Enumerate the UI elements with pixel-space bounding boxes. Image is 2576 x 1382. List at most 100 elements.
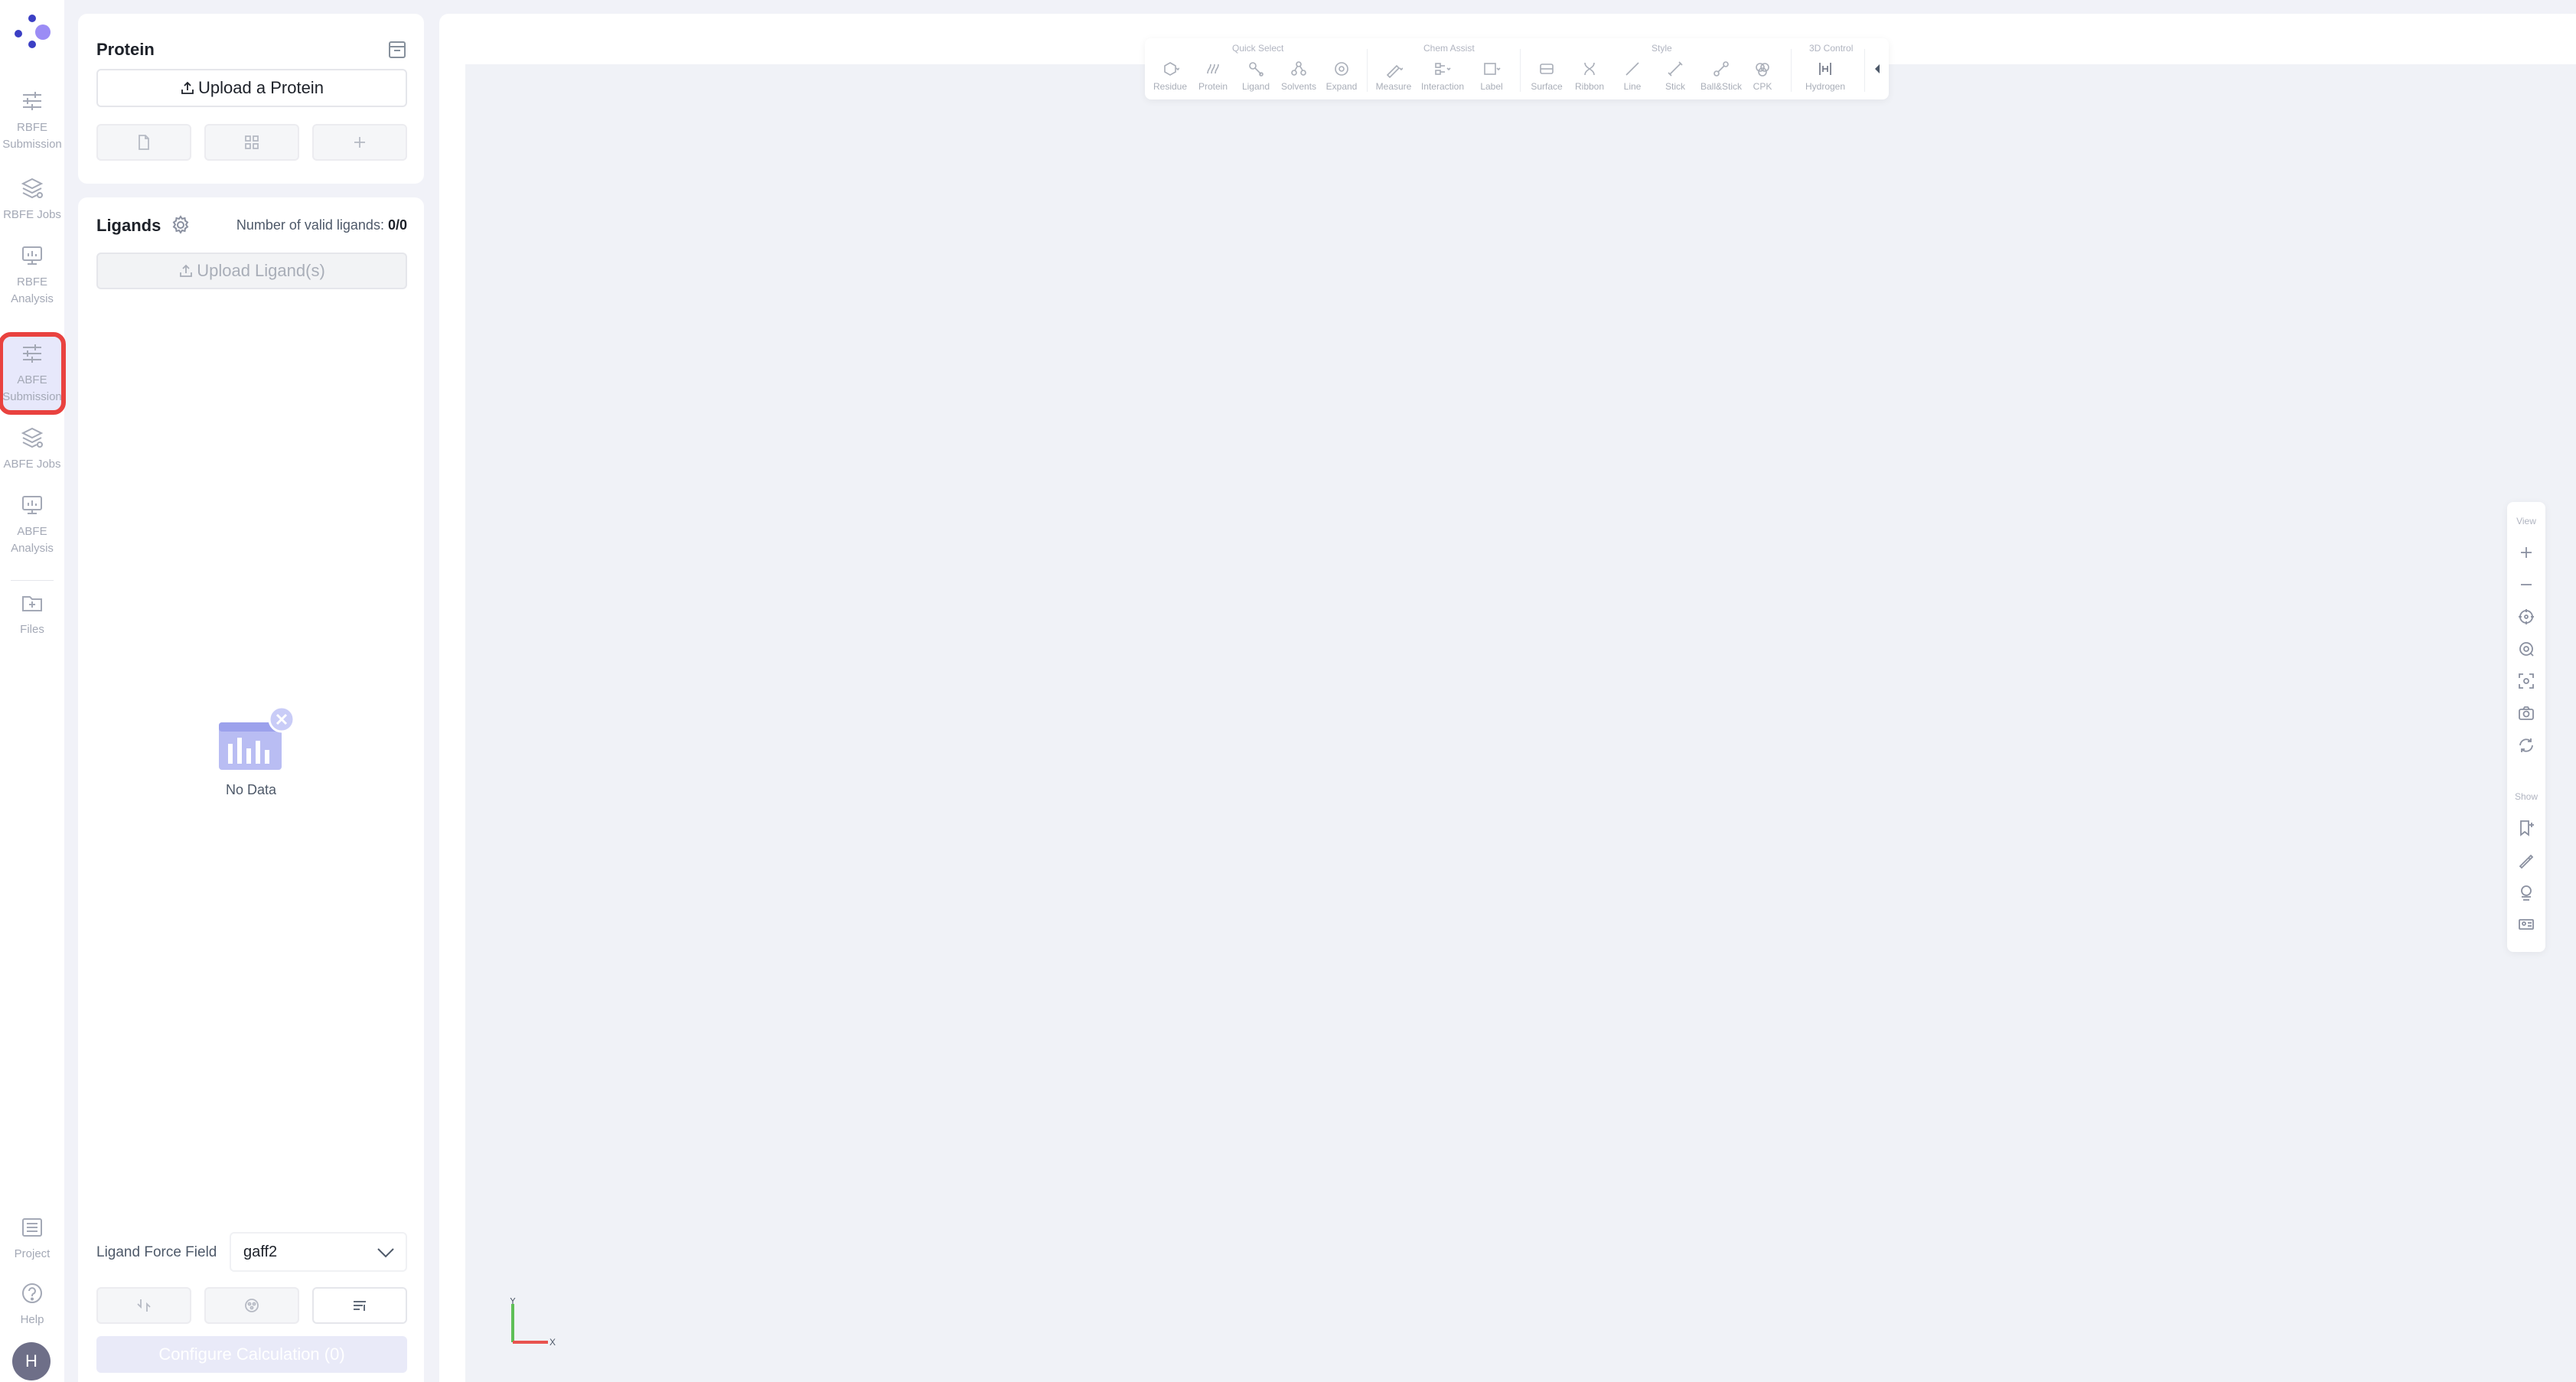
zoom-in-icon[interactable]	[2517, 543, 2535, 562]
nav-item-help[interactable]: Help	[3, 1281, 61, 1328]
toolbar-expand-button[interactable]: Expand	[1319, 60, 1364, 92]
viewer-toolbar: Quick Select Chem Assist Style 3D Contro…	[1145, 38, 1889, 99]
toolbar-interaction-button[interactable]: Interaction	[1420, 60, 1465, 92]
surface-icon	[1540, 64, 1554, 74]
toolbar-stick-button[interactable]: Stick	[1653, 60, 1697, 92]
gear-icon[interactable]	[170, 214, 191, 236]
toolbar-ligand-button[interactable]: Ligand	[1234, 60, 1278, 92]
left-nav: RBFE Submission RBFE Jobs RBFE Analysis …	[0, 0, 66, 1382]
toolbar-divider	[1367, 49, 1368, 92]
nav-item-rbfe-submission[interactable]: RBFE Submission	[2, 89, 62, 153]
arrows-icon	[137, 1299, 151, 1312]
upload-protein-button[interactable]: Upload a Protein	[96, 69, 407, 107]
ligands-title: Ligands	[96, 216, 161, 235]
measure-icon	[1386, 64, 1403, 78]
ball-stick-icon	[1714, 61, 1729, 77]
protein-icon	[1207, 64, 1219, 74]
upload-ligands-label: Upload Ligand(s)	[197, 261, 325, 280]
help-icon	[22, 1283, 42, 1303]
residue-icon	[1164, 62, 1179, 76]
protein-add-button[interactable]	[312, 124, 407, 161]
nav-divider	[11, 580, 54, 581]
valid-ligands-label: Number of valid ligands:	[236, 217, 384, 233]
file-icon	[139, 135, 149, 150]
monitor-chart-icon	[22, 246, 42, 265]
quick-select-group-label: Quick Select	[1232, 43, 1284, 54]
toolbar-measure-button[interactable]: Measure	[1371, 60, 1416, 92]
protein-grid-button[interactable]	[204, 124, 299, 161]
view-controls-panel: View Show	[2507, 502, 2545, 952]
label-icon	[1484, 63, 1501, 75]
axis-x-label: X	[549, 1337, 556, 1347]
configure-calculation-button[interactable]: Configure Calculation (0)	[96, 1336, 407, 1373]
ligand-force-field-label: Ligand Force Field	[96, 1244, 217, 1260]
nav-item-label: RBFE Submission	[2, 121, 62, 151]
nav-item-rbfe-analysis[interactable]: RBFE Analysis	[3, 243, 61, 308]
layers-icon	[21, 178, 44, 199]
nav-item-abfe-analysis[interactable]: ABFE Analysis	[3, 493, 61, 557]
ligand-sort-button[interactable]	[96, 1287, 191, 1324]
upload-protein-label: Upload a Protein	[198, 78, 324, 97]
molecule-viewer-canvas[interactable]	[465, 64, 2576, 1382]
chevron-down-icon	[377, 1248, 394, 1258]
upload-ligands-button[interactable]: Upload Ligand(s)	[96, 253, 407, 289]
nav-item-label: Help	[20, 1313, 44, 1326]
protein-panel: Protein Upload a Protein	[78, 14, 424, 184]
toolbar-residue-button[interactable]: Residue	[1148, 60, 1192, 92]
id-card-icon[interactable]	[2517, 915, 2535, 934]
toolbar-cpk-button[interactable]: CPK	[1740, 60, 1785, 92]
toolbar-label-button[interactable]: Label	[1469, 60, 1514, 92]
folder-plus-icon	[22, 596, 42, 611]
nav-item-project[interactable]: Project	[3, 1215, 61, 1263]
collapse-panel-icon[interactable]	[387, 40, 407, 60]
nav-item-abfe-jobs[interactable]: ABFE Jobs	[3, 425, 61, 473]
valid-ligands-value: 0/0	[387, 217, 407, 233]
nav-item-label: Project	[14, 1247, 51, 1260]
nav-item-label: ABFE Jobs	[3, 458, 61, 471]
ligand-molecule-button[interactable]	[204, 1287, 299, 1324]
toolbar-ribbon-button[interactable]: Ribbon	[1567, 60, 1612, 92]
toolbar-line-button[interactable]: Line	[1610, 60, 1655, 92]
toolbar-solvents-button[interactable]: Solvents	[1277, 60, 1321, 92]
bookmark-add-icon[interactable]	[2517, 819, 2535, 837]
collapse-toolbar-arrow-icon[interactable]	[1872, 60, 1883, 78]
interaction-icon	[1435, 63, 1451, 75]
hydrogen-icon	[1819, 63, 1831, 75]
nav-item-label: RBFE Jobs	[3, 208, 61, 221]
protein-file-button[interactable]	[96, 124, 191, 161]
plus-icon	[354, 137, 365, 148]
fit-screen-icon[interactable]	[2517, 672, 2535, 690]
avatar[interactable]: H	[12, 1342, 51, 1380]
toolbar-divider	[1864, 49, 1865, 92]
line-icon	[1625, 62, 1639, 76]
nav-item-rbfe-jobs[interactable]: RBFE Jobs	[3, 176, 61, 223]
solvents-icon	[1291, 61, 1306, 76]
center-target-icon[interactable]	[2517, 608, 2535, 626]
molecule-settings-icon[interactable]	[2517, 883, 2535, 901]
ruler-pencil-icon[interactable]	[2517, 851, 2535, 869]
zoom-out-icon[interactable]	[2517, 575, 2535, 594]
toolbar-protein-button[interactable]: Protein	[1191, 60, 1235, 92]
grid-icon	[245, 135, 259, 149]
toolbar-surface-button[interactable]: Surface	[1524, 60, 1569, 92]
toolbar-ballstick-button[interactable]: Ball&Stick	[1699, 60, 1743, 92]
nav-item-abfe-submission[interactable]: ABFE Submission	[0, 332, 66, 415]
monitor-chart-icon	[22, 496, 42, 514]
nav-item-label: ABFE Analysis	[11, 525, 54, 555]
ligand-filter-button[interactable]	[312, 1287, 407, 1324]
ligand-icon	[1249, 62, 1264, 77]
style-group-label: Style	[1652, 43, 1672, 54]
camera-icon[interactable]	[2517, 704, 2535, 722]
ligand-force-field-select[interactable]: gaff2	[230, 1232, 407, 1272]
show-section-label: Show	[2514, 791, 2539, 802]
reset-view-icon[interactable]	[2517, 640, 2535, 658]
list-icon	[22, 1218, 42, 1237]
nav-item-files[interactable]: Files	[3, 591, 61, 638]
rotate-icon[interactable]	[2517, 736, 2535, 755]
toolbar-hydrogen-button[interactable]: Hydrogen	[1803, 60, 1847, 92]
sliders-icon	[23, 92, 41, 110]
app-logo-icon[interactable]	[11, 11, 54, 54]
ligand-force-field-value: gaff2	[243, 1243, 278, 1260]
stick-icon	[1668, 61, 1683, 77]
toolbar-divider	[1791, 49, 1792, 92]
